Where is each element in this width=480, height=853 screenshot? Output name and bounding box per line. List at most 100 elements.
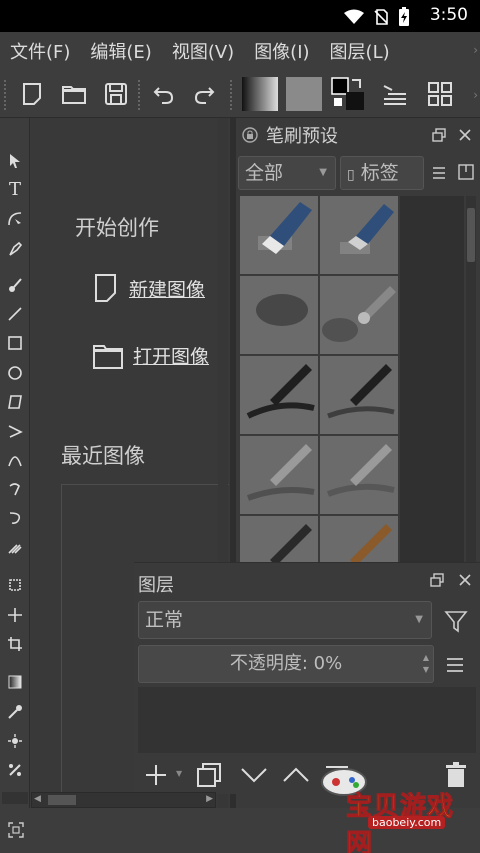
brush-filter-value: 全部 (245, 162, 284, 184)
open-image-label[interactable]: 打开图像 (133, 342, 209, 369)
blend-mode-dropdown[interactable]: 正常 ▼ (138, 601, 432, 639)
assistant-tool-icon[interactable] (4, 759, 26, 781)
brush-tag-button[interactable]: ▯ 标签 (340, 156, 424, 190)
brush-preset-eraser-soft[interactable] (240, 196, 318, 274)
brush-presets-panel: 笔刷预设 全部 ▼ ▯ 标签 (236, 118, 480, 563)
opacity-text: 不透明度: 0% (229, 653, 343, 674)
brush-tool-icon[interactable] (4, 274, 26, 296)
close-icon[interactable] (458, 128, 472, 142)
menu-icon[interactable] (432, 166, 446, 180)
opacity-slider[interactable]: 不透明度: 0% ▲ ▼ (138, 645, 434, 683)
color-picker-icon[interactable] (4, 701, 26, 723)
transform-tool-icon[interactable] (4, 574, 26, 596)
wifi-icon (344, 9, 364, 25)
smart-patch-icon[interactable] (4, 730, 26, 752)
pattern-swatch[interactable] (286, 77, 322, 111)
toolbar-overflow-icon[interactable]: › (473, 88, 478, 102)
main-toolbar: › (0, 70, 480, 118)
move-tool-icon[interactable] (4, 604, 26, 626)
brush-preset-pencil-soft[interactable] (320, 436, 398, 514)
menu-icon[interactable] (446, 657, 464, 673)
menu-overflow-icon[interactable]: › (473, 43, 478, 57)
brush-preset-grid (240, 196, 400, 563)
rectangle-tool-icon[interactable] (4, 332, 26, 354)
polygon-tool-icon[interactable] (4, 391, 26, 413)
recent-images-title: 最近图像 (61, 444, 145, 468)
bezier-tool-icon[interactable] (4, 449, 26, 471)
system-status-bar: 3:50 (0, 0, 480, 32)
crop-tool-icon[interactable] (4, 633, 26, 655)
brush-preset-pencil[interactable] (240, 436, 318, 514)
color-swap-icon[interactable] (330, 76, 366, 112)
polyline-tool-icon[interactable] (4, 420, 26, 442)
dynamic-brush-icon[interactable] (4, 507, 26, 529)
spin-arrows-icon[interactable]: ▲ ▼ (423, 646, 429, 676)
close-icon[interactable] (458, 573, 472, 587)
scroll-right-icon[interactable]: ▶ (206, 794, 213, 804)
lock-icon[interactable] (242, 127, 258, 143)
new-document-icon[interactable] (18, 80, 46, 108)
brush-filter-dropdown[interactable]: 全部 ▼ (238, 156, 336, 190)
brush-preset-paint-brush-wood[interactable] (320, 516, 398, 563)
menu-layer[interactable]: 图层(L) (320, 38, 400, 64)
canvas-horizontal-scrollbar[interactable]: ◀ ▶ (31, 792, 216, 808)
menu-image[interactable]: 图像(I) (244, 38, 319, 64)
gradient-swatch[interactable] (242, 77, 278, 111)
freehand-path-icon[interactable] (4, 478, 26, 500)
brush-panel-empty (400, 196, 464, 563)
scrollbar-thumb[interactable] (48, 795, 76, 805)
new-image-link[interactable]: 新建图像 (93, 273, 205, 303)
menu-edit[interactable]: 编辑(E) (80, 38, 161, 64)
layer-list[interactable] (138, 687, 476, 753)
fullscreen-icon[interactable] (8, 822, 24, 838)
brush-preset-airbrush-pen[interactable] (320, 276, 398, 354)
select-arrow-icon[interactable] (4, 150, 26, 172)
tool-scroll-down[interactable] (2, 792, 28, 804)
welcome-title: 开始创作 (75, 216, 159, 240)
float-panel-icon[interactable] (430, 573, 444, 587)
no-sim-icon (374, 9, 388, 25)
duplicate-layer-icon[interactable] (196, 762, 222, 788)
open-folder-icon (93, 344, 123, 369)
new-image-label[interactable]: 新建图像 (129, 275, 205, 302)
brush-preset-paint-brush[interactable] (240, 516, 318, 563)
menu-file[interactable]: 文件(F) (0, 38, 80, 64)
toolbar-handle[interactable] (4, 80, 8, 110)
workspace-grid-icon[interactable] (426, 80, 454, 108)
ellipse-tool-icon[interactable] (4, 362, 26, 384)
undo-icon[interactable] (150, 80, 178, 108)
battery-charging-icon (398, 7, 410, 27)
watermark-url: baobeiy.com (368, 816, 446, 829)
brush-preset-eraser-hard[interactable] (320, 196, 398, 274)
brush-panel-header: 笔刷预设 (236, 118, 480, 152)
gradient-tool-icon[interactable] (4, 671, 26, 693)
redo-icon[interactable] (190, 80, 218, 108)
brush-preset-airbrush[interactable] (240, 276, 318, 354)
pen-tool-icon[interactable] (4, 238, 26, 260)
open-folder-icon[interactable] (60, 80, 88, 108)
new-document-icon (95, 274, 116, 302)
status-icons (344, 7, 410, 27)
brush-preset-ink-soft[interactable] (320, 356, 398, 434)
brush-preset-ink-pen[interactable] (240, 356, 318, 434)
scrollbar-thumb[interactable] (467, 208, 475, 262)
chevron-down-icon: ▼ (319, 167, 327, 178)
brush-panel-scrollbar[interactable] (466, 196, 476, 563)
add-layer-icon[interactable] (144, 763, 168, 787)
open-image-link[interactable]: 打开图像 (93, 342, 209, 369)
move-layer-down-icon[interactable] (240, 765, 268, 785)
chevron-down-icon[interactable]: ▼ (176, 769, 182, 778)
toolbar-separator (138, 80, 142, 110)
line-tool-icon[interactable] (4, 303, 26, 325)
scroll-left-icon[interactable]: ◀ (34, 794, 41, 804)
text-tool-icon[interactable]: T (4, 178, 26, 200)
view-mode-icon[interactable] (458, 164, 474, 180)
multibrush-icon[interactable] (4, 536, 26, 558)
layers-panel-title: 图层 (138, 575, 174, 596)
path-select-icon[interactable] (4, 208, 26, 230)
save-icon[interactable] (102, 80, 130, 108)
filter-icon[interactable] (444, 609, 468, 633)
float-panel-icon[interactable] (432, 128, 446, 142)
brush-settings-icon[interactable] (380, 80, 408, 108)
menu-view[interactable]: 视图(V) (162, 38, 244, 64)
